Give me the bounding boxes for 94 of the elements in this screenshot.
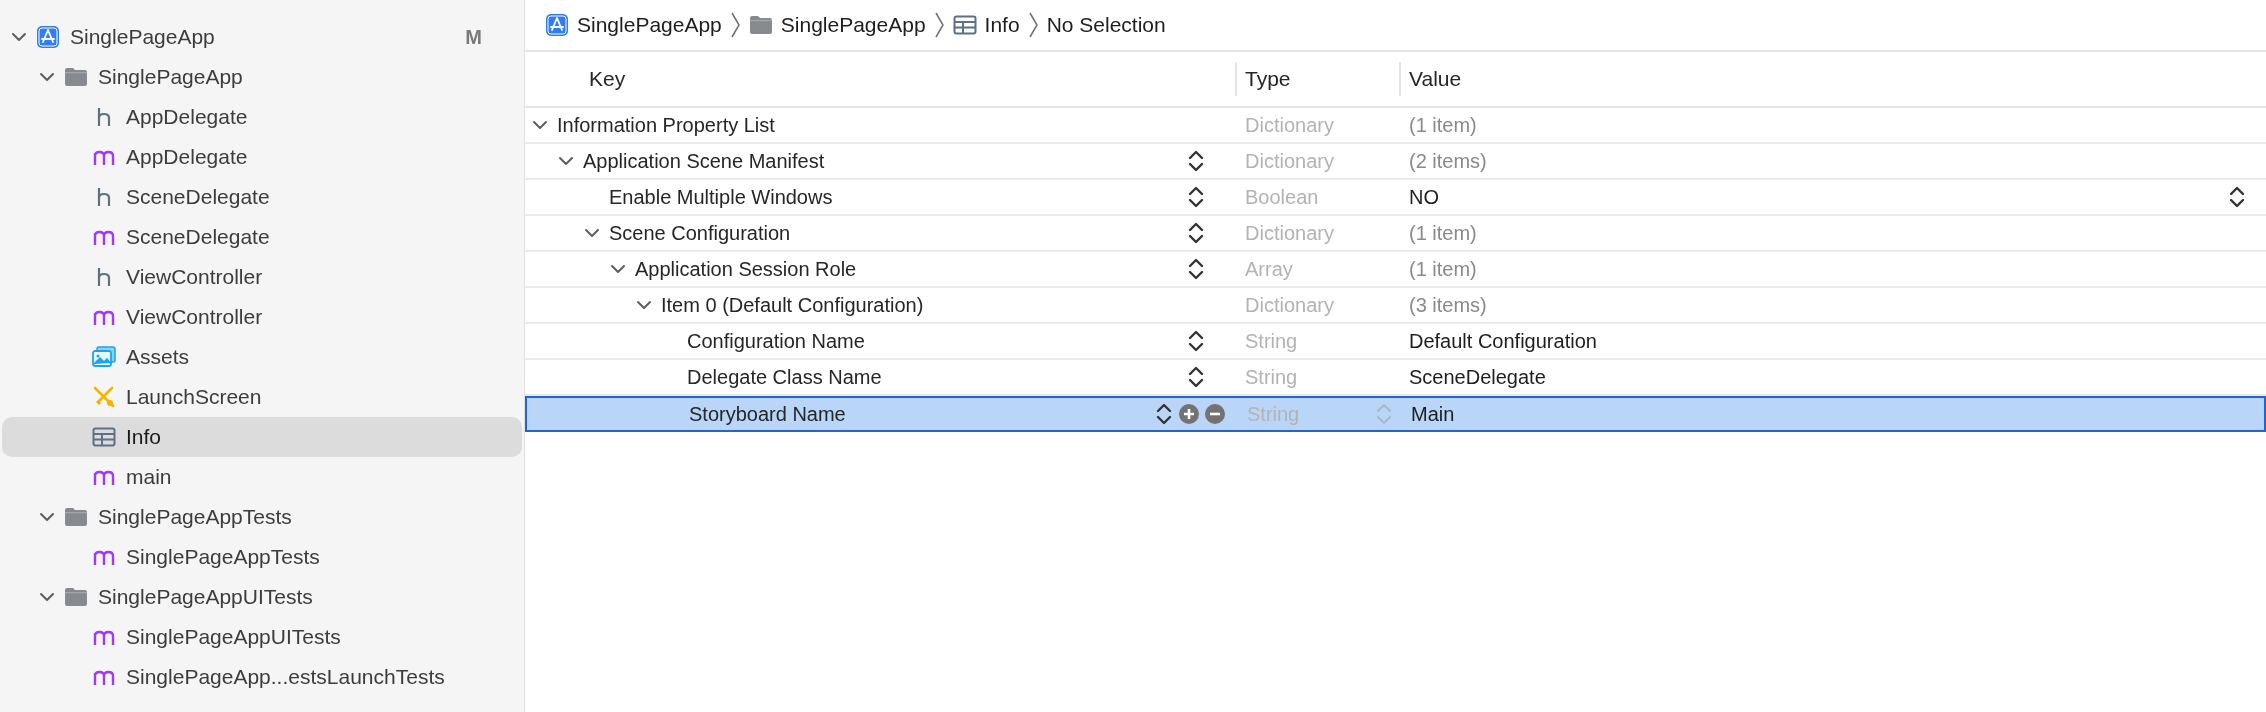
item-label: AppDelegate bbox=[126, 144, 249, 171]
images-icon bbox=[92, 345, 116, 369]
type-cell-text: Dictionary bbox=[1245, 113, 1335, 138]
navigator-item[interactable]: AppDelegate bbox=[2, 97, 522, 137]
navigator-item[interactable]: SceneDelegate bbox=[2, 217, 522, 257]
folder-icon bbox=[64, 585, 88, 609]
folder-icon bbox=[64, 65, 88, 89]
stepper-icon bbox=[2228, 186, 2246, 208]
add-icon bbox=[1179, 404, 1199, 424]
plist-row[interactable]: Information Property List Dictionary (1 item) bbox=[525, 108, 2266, 144]
item-label: SceneDelegate bbox=[126, 224, 271, 251]
plist-row[interactable]: Application Session Role Array (1 item) bbox=[525, 252, 2266, 288]
column-header[interactable]: Key bbox=[525, 62, 1235, 96]
item-label: SinglePageApp bbox=[98, 64, 244, 91]
type-cell-text: Array bbox=[1245, 257, 1294, 282]
item-label: SinglePageAppTests bbox=[126, 544, 321, 571]
stepper-icon bbox=[1375, 403, 1393, 425]
app-icon bbox=[545, 13, 569, 37]
item-label: SceneDelegate bbox=[126, 184, 271, 211]
plist-row[interactable]: Enable Multiple Windows Boolean NO bbox=[525, 180, 2266, 216]
breadcrumb-item[interactable]: No Selection bbox=[1046, 9, 1166, 41]
key-cell-text: Delegate Class Name bbox=[687, 365, 883, 390]
column-header[interactable]: Value bbox=[1399, 62, 2266, 96]
navigator-item[interactable]: SinglePageApp M bbox=[2, 17, 522, 57]
type-cell-text: Dictionary bbox=[1245, 221, 1335, 246]
value-cell-text: (1 item) bbox=[1409, 221, 1478, 246]
value-cell-text: (2 items) bbox=[1409, 149, 1488, 174]
value-cell-text: (3 items) bbox=[1409, 293, 1488, 318]
type-cell-text: Boolean bbox=[1245, 185, 1320, 210]
key-cell-text: Information Property List bbox=[557, 113, 776, 138]
item-label: SinglePageAppUITests bbox=[98, 584, 314, 611]
key-cell-text: Scene Configuration bbox=[609, 221, 792, 246]
item-label: ViewController bbox=[126, 304, 264, 331]
value-cell-text: SceneDelegate bbox=[1409, 365, 1547, 390]
type-cell-text: String bbox=[1245, 329, 1299, 354]
key-cell-text: Enable Multiple Windows bbox=[609, 185, 834, 210]
status-label: M bbox=[465, 25, 482, 50]
folder-icon bbox=[64, 505, 88, 529]
type-cell-text: Dictionary bbox=[1245, 293, 1335, 318]
key-cell-text: Item 0 (Default Configuration) bbox=[661, 293, 925, 318]
breadcrumb-item[interactable]: SinglePageApp bbox=[780, 9, 926, 41]
item-label: AppDelegate bbox=[126, 104, 249, 131]
value-cell-text: Default Configuration bbox=[1409, 329, 1598, 354]
item-label: main bbox=[126, 464, 173, 491]
navigator-item[interactable]: SceneDelegate bbox=[2, 177, 522, 217]
item-label: Info bbox=[126, 424, 163, 451]
value-cell-text: (1 item) bbox=[1409, 257, 1478, 282]
table-icon bbox=[92, 425, 116, 449]
table-icon bbox=[952, 13, 977, 37]
navigator-item[interactable]: SinglePageAppTests bbox=[2, 537, 522, 577]
type-cell-text: String bbox=[1245, 365, 1299, 390]
value-cell-text: Main bbox=[1411, 402, 1456, 427]
plist-row[interactable]: Scene Configuration Dictionary (1 item) bbox=[525, 216, 2266, 252]
column-header[interactable]: Type bbox=[1235, 62, 1399, 96]
item-label: SinglePageApp...estsLaunchTests bbox=[126, 664, 446, 691]
item-label: Assets bbox=[126, 344, 191, 371]
key-cell-text: Application Session Role bbox=[635, 257, 858, 282]
value-cell-text: NO bbox=[1409, 185, 1440, 210]
breadcrumb-separator-icon bbox=[729, 11, 741, 39]
breadcrumb-item[interactable]: Info bbox=[984, 9, 1020, 41]
navigator-item[interactable]: LaunchScreen bbox=[2, 377, 522, 417]
key-cell-text: Storyboard Name bbox=[689, 402, 847, 427]
pencil-brush-icon bbox=[92, 385, 116, 409]
plist-row[interactable]: Item 0 (Default Configuration) Dictionary (3 items) bbox=[525, 288, 2266, 324]
item-label: SinglePageAppTests bbox=[98, 504, 293, 531]
navigator-item[interactable]: SinglePageAppUITests bbox=[2, 617, 522, 657]
folder-icon bbox=[748, 13, 773, 37]
navigator-item[interactable]: ViewController bbox=[2, 257, 522, 297]
plist-row[interactable]: Application Scene Manifest Dictionary (2 items) bbox=[525, 144, 2266, 180]
plist-row[interactable]: Storyboard Name String Main bbox=[525, 396, 2266, 432]
app-icon bbox=[36, 25, 60, 49]
navigator-item[interactable]: Info bbox=[2, 417, 522, 457]
key-cell-text: Application Scene Manifest bbox=[583, 149, 826, 174]
breadcrumb-separator-icon bbox=[1027, 11, 1039, 39]
navigator-item[interactable]: SinglePageAppTests bbox=[2, 497, 522, 537]
navigator-item[interactable]: SinglePageApp...estsLaunchTests bbox=[2, 657, 522, 697]
item-label: LaunchScreen bbox=[126, 384, 263, 411]
navigator-item[interactable]: main bbox=[2, 457, 522, 497]
type-cell-text: String bbox=[1247, 402, 1301, 427]
navigator-item[interactable]: AppDelegate bbox=[2, 137, 522, 177]
navigator-item[interactable]: Assets bbox=[2, 337, 522, 377]
type-cell-text: Dictionary bbox=[1245, 149, 1335, 174]
plist-row[interactable]: Configuration Name String Default Configuration bbox=[525, 324, 2266, 360]
key-cell-text: Configuration Name bbox=[687, 329, 866, 354]
remove-icon bbox=[1205, 404, 1225, 424]
item-label: SinglePageAppUITests bbox=[126, 624, 342, 651]
navigator-item[interactable]: ViewController bbox=[2, 297, 522, 337]
value-cell-text: (1 item) bbox=[1409, 113, 1478, 138]
breadcrumb-separator-icon bbox=[933, 11, 945, 39]
navigator-item[interactable]: SinglePageApp bbox=[2, 57, 522, 97]
item-label: SinglePageApp bbox=[70, 24, 216, 51]
navigator-item[interactable]: SinglePageAppUITests bbox=[2, 577, 522, 617]
breadcrumb-item[interactable]: SinglePageApp bbox=[577, 9, 722, 41]
item-label: ViewController bbox=[126, 264, 264, 291]
